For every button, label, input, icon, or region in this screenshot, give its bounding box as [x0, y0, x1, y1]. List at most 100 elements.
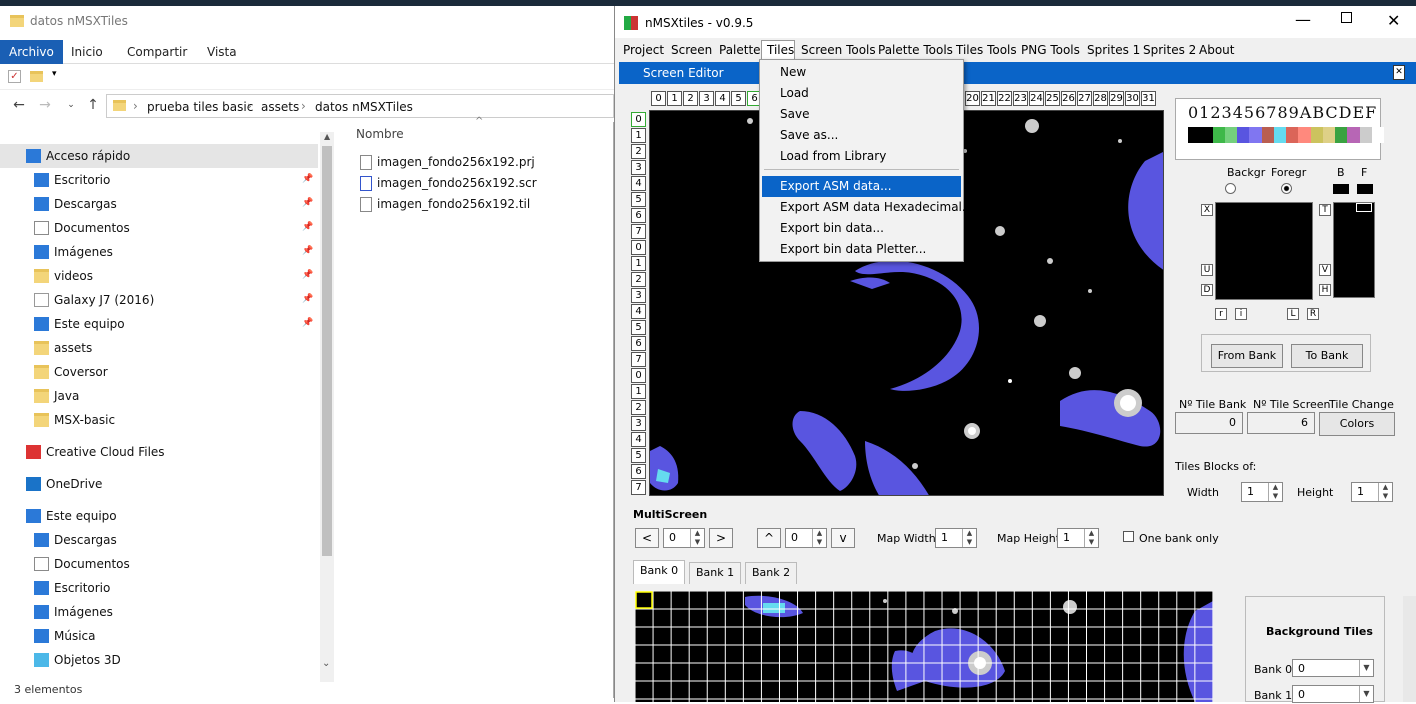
menu-about[interactable]: About	[1197, 41, 1236, 59]
backgr-radio[interactable]	[1225, 183, 1236, 194]
folder-icon[interactable]	[30, 71, 43, 82]
menu-project[interactable]: Project	[621, 41, 666, 59]
tab-archivo[interactable]: Archivo	[0, 40, 63, 64]
tile-pixel-editor[interactable]	[1215, 202, 1313, 300]
nav-item[interactable]: OneDrive	[26, 472, 300, 496]
bank1-select[interactable]: 0 ▼	[1292, 685, 1374, 703]
palette-swatch[interactable]	[1261, 127, 1274, 143]
checkbox-icon[interactable]: ✓	[8, 70, 21, 83]
column-header[interactable]: 26	[1061, 91, 1076, 106]
scroll-up-icon[interactable]: ▲	[324, 132, 330, 141]
pin-icon[interactable]: 📌	[302, 222, 313, 232]
pin-icon[interactable]: 📌	[302, 198, 313, 208]
nav-item[interactable]: Este equipo	[34, 312, 300, 336]
one-bank-checkbox[interactable]	[1123, 531, 1134, 542]
row-header[interactable]: 4	[631, 304, 646, 319]
column-header[interactable]: 1	[667, 91, 682, 106]
breadcrumb-item[interactable]: datos nMSXTiles	[315, 100, 413, 114]
menu-screen[interactable]: Screen	[669, 41, 714, 59]
palette-swatch[interactable]	[1273, 127, 1286, 143]
b-color-swatch[interactable]	[1333, 184, 1349, 194]
flip-h-button[interactable]: H	[1319, 284, 1331, 296]
column-header[interactable]: 23	[1013, 91, 1028, 106]
row-header[interactable]: 0	[631, 112, 646, 127]
pin-icon[interactable]: 📌	[302, 270, 313, 280]
tab-compartir[interactable]: Compartir	[118, 40, 196, 64]
nav-item[interactable]: assets	[34, 336, 300, 360]
maximize-icon[interactable]	[1341, 12, 1352, 23]
shift-up-button[interactable]: U	[1201, 264, 1213, 276]
row-header[interactable]: 5	[631, 448, 646, 463]
transpose-button[interactable]: T	[1319, 204, 1331, 216]
column-header[interactable]: 29	[1109, 91, 1124, 106]
tile-color-rows[interactable]	[1333, 202, 1375, 298]
column-header[interactable]: 4	[715, 91, 730, 106]
chevron-down-icon[interactable]: ▼	[1359, 660, 1373, 676]
pin-icon[interactable]: 📌	[302, 174, 313, 184]
tab-screen-editor[interactable]: Screen Editor	[619, 62, 1416, 84]
menu-tiles[interactable]: Tiles	[765, 41, 796, 59]
shift-down-button[interactable]: D	[1201, 284, 1213, 296]
close-icon[interactable]: ✕	[1387, 11, 1400, 30]
row-header[interactable]: 2	[631, 144, 646, 159]
tile-bank-grid[interactable]	[635, 591, 1213, 702]
flip-v-button[interactable]: V	[1319, 264, 1331, 276]
row-header[interactable]: 5	[631, 192, 646, 207]
nav-item[interactable]: Escritorio	[34, 576, 300, 600]
menu-palette-tools[interactable]: Palette Tools	[876, 41, 955, 59]
row-header[interactable]: 7	[631, 480, 646, 495]
nav-item[interactable]: Creative Cloud Files	[26, 440, 300, 464]
screen-x-spinner[interactable]: 0 ▲ ▼	[663, 528, 705, 548]
row-header[interactable]: 1	[631, 128, 646, 143]
column-header[interactable]: 22	[997, 91, 1012, 106]
nav-item[interactable]: videos	[34, 264, 300, 288]
menu-tiles-tools[interactable]: Tiles Tools	[954, 41, 1019, 59]
shift-left-button[interactable]: L	[1287, 308, 1299, 320]
palette-swatch[interactable]	[1298, 127, 1311, 143]
column-header[interactable]: 25	[1045, 91, 1060, 106]
column-header[interactable]: 0	[651, 91, 666, 106]
palette-swatch[interactable]	[1249, 127, 1262, 143]
row-header[interactable]: 3	[631, 160, 646, 175]
tab-bank-0[interactable]: Bank 0	[633, 560, 686, 584]
forward-arrow-icon[interactable]: →	[36, 96, 54, 114]
column-header[interactable]: 30	[1125, 91, 1140, 106]
menu-item-load[interactable]: Load	[762, 83, 961, 104]
colors-button[interactable]: Colors	[1319, 412, 1395, 436]
palette-swatch[interactable]	[1200, 127, 1213, 143]
breadcrumb-item[interactable]: prueba tiles basic	[147, 100, 253, 114]
row-header[interactable]: 0	[631, 368, 646, 383]
palette-swatch[interactable]	[1188, 127, 1201, 143]
palette-swatch[interactable]	[1237, 127, 1250, 143]
column-header[interactable]: 27	[1077, 91, 1092, 106]
up-arrow-icon[interactable]: ↑	[84, 96, 102, 114]
tab-inicio[interactable]: Inicio	[62, 40, 112, 64]
spinner-arrows-icon[interactable]: ▲ ▼	[962, 529, 976, 547]
palette-swatch[interactable]	[1347, 127, 1360, 143]
next-screen-button[interactable]: >	[709, 528, 733, 548]
spinner-arrows-icon[interactable]: ▲ ▼	[1084, 529, 1098, 547]
nav-item[interactable]: Descargas	[34, 528, 300, 552]
nav-item[interactable]: MSX-basic	[34, 408, 300, 432]
chevron-down-icon[interactable]: ▼	[1359, 686, 1373, 702]
spinner-arrows-icon[interactable]: ▲ ▼	[812, 529, 826, 547]
spinner-arrows-icon[interactable]: ▲ ▼	[690, 529, 704, 547]
menu-item-save[interactable]: Save	[762, 104, 961, 125]
column-header-name[interactable]: Nombre	[356, 127, 404, 141]
row-header[interactable]: 1	[631, 384, 646, 399]
menu-screen-tools[interactable]: Screen Tools	[799, 41, 878, 59]
menu-item-export-bin[interactable]: Export bin data...	[762, 218, 961, 239]
nav-item[interactable]: Este equipo	[26, 504, 300, 528]
row-header[interactable]: 0	[631, 240, 646, 255]
from-bank-button[interactable]: From Bank	[1211, 344, 1283, 368]
palette-swatch[interactable]	[1286, 127, 1299, 143]
nav-scrollbar-thumb[interactable]	[322, 146, 332, 556]
dropdown-arrow-icon[interactable]: ▾	[52, 69, 57, 79]
invert-button[interactable]: i	[1235, 308, 1247, 320]
nav-item[interactable]: Música	[34, 624, 300, 648]
nav-item[interactable]: Acceso rápido	[0, 144, 318, 168]
row-header[interactable]: 5	[631, 320, 646, 335]
row-header[interactable]: 2	[631, 400, 646, 415]
menu-item-save-as[interactable]: Save as...	[762, 125, 961, 146]
nav-item[interactable]: Descargas	[34, 192, 300, 216]
